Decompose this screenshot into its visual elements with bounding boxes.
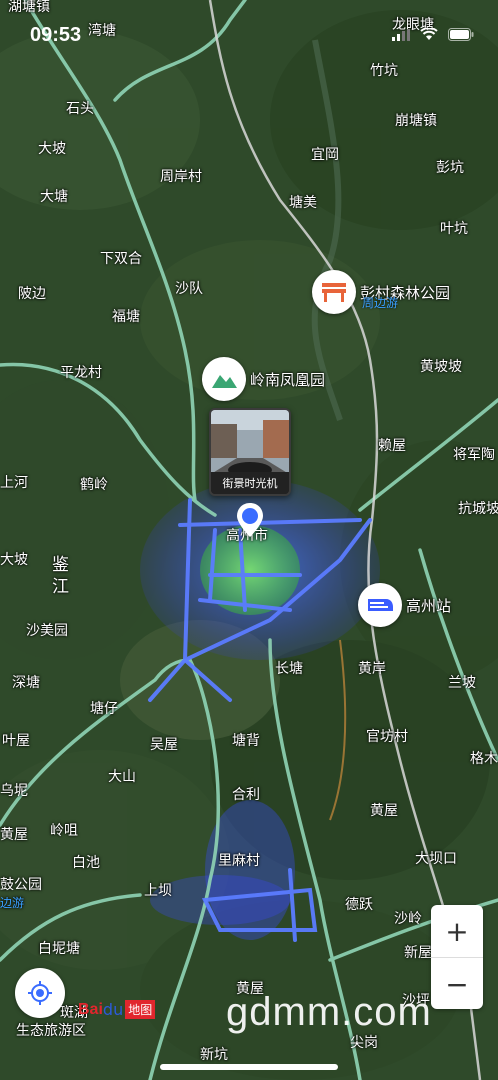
place-label: 石头	[66, 101, 94, 117]
watermark: gdmm.com	[226, 990, 432, 1034]
place-label: 沙岭	[394, 911, 422, 927]
place-label: 叶屋	[2, 733, 30, 749]
place-label: 长塘	[275, 661, 303, 677]
place-label: 鹤岭	[80, 477, 108, 493]
paw-icon: du	[102, 1000, 124, 1019]
place-label: 里麻村	[218, 853, 260, 869]
place-label: 大山	[108, 769, 136, 785]
place-label: 彭坑	[436, 160, 464, 176]
status-bar: 09:53	[0, 0, 498, 70]
locate-me-button[interactable]	[15, 968, 65, 1018]
place-label: 白坭塘	[38, 941, 80, 957]
place-label: 兰坡	[448, 675, 476, 691]
place-label: 黄岸	[358, 661, 386, 677]
status-icons	[392, 28, 474, 41]
poi-pengcun-forest-park[interactable]: 彭村森林公园 周边游	[312, 270, 450, 314]
location-pin-icon[interactable]	[236, 502, 264, 538]
place-label: 新坑	[200, 1047, 228, 1063]
place-label: 上坝	[144, 883, 172, 899]
place-label: 乌坭	[0, 783, 28, 799]
status-time: 09:53	[30, 24, 82, 46]
train-icon	[358, 583, 402, 627]
baidu-map-logo: Bai du 地图	[78, 1000, 156, 1019]
place-label: 黄屋	[0, 827, 28, 843]
place-label: 上河	[0, 475, 28, 491]
place-label: 深塘	[12, 675, 40, 691]
place-label: 生态旅游区	[16, 1023, 86, 1039]
poi-lingnan-phoenix-garden[interactable]: 岭南凤凰园	[202, 357, 325, 401]
place-label: 福塘	[112, 309, 140, 325]
wifi-icon	[420, 28, 438, 40]
street-view-time-machine[interactable]: 街景时光机	[209, 408, 291, 496]
poi-gaozhou-station[interactable]: 高州站	[358, 583, 451, 627]
street-view-thumbnail	[211, 410, 289, 478]
place-label: 崩塘镇	[395, 113, 437, 129]
place-label: 黄屋	[370, 803, 398, 819]
zoom-control: + −	[431, 905, 483, 1009]
place-label: 沙队	[175, 281, 203, 297]
place-label: 黄坡坡	[420, 359, 462, 375]
place-label: 格木	[470, 751, 498, 767]
place-label: 新屋	[404, 945, 432, 961]
street-view-label: 街景时光机	[211, 472, 289, 494]
poi-name: 岭南凤凰园	[250, 370, 326, 389]
mountain-icon	[202, 357, 246, 401]
poi-sub[interactable]: 周边游	[362, 294, 398, 311]
place-label: 吴屋	[150, 737, 178, 753]
place-label: 岭咀	[50, 823, 78, 839]
place-label: 平龙村	[60, 365, 102, 381]
place-label: 叶坑	[440, 221, 468, 237]
place-label: 沙美园	[26, 623, 68, 639]
place-label: 周岸村	[160, 169, 202, 185]
place-label: 塘仔	[90, 701, 118, 717]
battery-icon	[448, 28, 474, 41]
place-label: 赖屋	[378, 438, 406, 454]
place-label: 塘背	[232, 733, 260, 749]
place-label: 塘美	[289, 195, 317, 211]
place-label: 德跃	[345, 897, 373, 913]
logo-text: Bai	[78, 1000, 103, 1018]
poi-name: 高州站	[406, 596, 452, 615]
place-label: 尖岗	[350, 1035, 378, 1051]
logo-cn: 地图	[125, 1000, 156, 1019]
zoom-out-button[interactable]: −	[431, 958, 483, 1010]
place-label: 官坊村	[366, 729, 408, 745]
signal-icon	[392, 28, 410, 41]
place-label: 白池	[72, 855, 100, 871]
bench-icon	[312, 270, 356, 314]
place-label: 鼓公园	[0, 877, 42, 893]
crosshair-icon	[28, 981, 52, 1005]
place-label: 大塘	[40, 189, 68, 205]
place-label: 大坡	[0, 552, 28, 568]
poi-sub-left[interactable]: 边游	[0, 894, 24, 911]
place-label: 宜岡	[311, 147, 339, 163]
place-label: 江	[52, 577, 69, 597]
place-label: 合利	[232, 787, 260, 803]
place-label: 大坝口	[415, 851, 457, 867]
place-label: 陂边	[18, 286, 46, 302]
place-label: 抗城坡	[458, 501, 498, 517]
place-label: 大坡	[38, 141, 66, 157]
place-label: 下双合	[100, 251, 142, 267]
place-label: 将军陶	[453, 447, 495, 463]
home-indicator[interactable]	[160, 1064, 338, 1070]
zoom-in-button[interactable]: +	[431, 905, 483, 957]
